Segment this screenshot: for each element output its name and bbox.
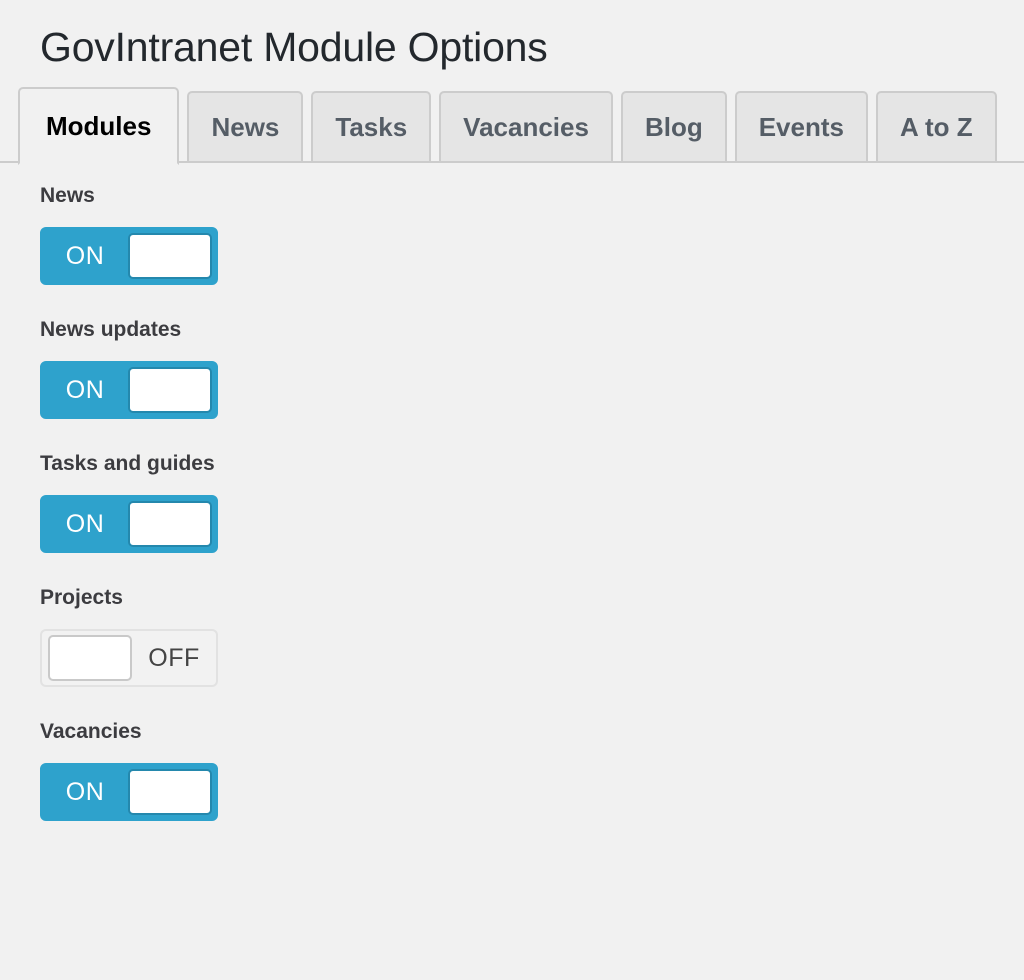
module-label: Tasks and guides (40, 452, 215, 476)
module-label: News (40, 184, 95, 208)
module-tasks-and-guides: Tasks and guides ON (40, 452, 1024, 554)
module-news: News ON (40, 184, 1024, 286)
module-vacancies: Vacancies ON (40, 720, 1024, 822)
module-news-toggle[interactable]: ON (40, 227, 218, 286)
tab-list: Modules News Tasks Vacancies Blog Events A to … (18, 85, 1024, 166)
module-projects: Projects OFF (40, 586, 1024, 688)
module-label: Vacancies (40, 720, 142, 744)
tab-vacancies[interactable]: Vacancies (439, 91, 613, 164)
module-label: Projects (40, 586, 123, 610)
module-options-page: GovIntranet Module Options Modules News Ta… (0, 0, 1024, 980)
toggle-state-label: ON (65, 509, 105, 538)
module-projects-toggle[interactable]: OFF (40, 629, 218, 688)
toggle-knob[interactable] (128, 501, 212, 548)
tab-label: News (211, 111, 280, 142)
module-label: News updates (40, 318, 182, 342)
page-title: GovIntranet Module Options (40, 24, 548, 70)
tab-label: Blog (644, 111, 703, 142)
tab-label: Tasks (335, 111, 408, 142)
module-tasks-and-guides-toggle[interactable]: ON (40, 495, 218, 554)
tab-news[interactable]: News (187, 91, 304, 164)
tab-modules[interactable]: Modules (18, 87, 180, 166)
tab-tasks[interactable]: Tasks (311, 91, 432, 164)
tab-a-to-z[interactable]: A to Z (875, 91, 997, 164)
tab-blog[interactable]: Blog (620, 91, 727, 164)
tab-bar: Modules News Tasks Vacancies Blog Events A to … (0, 85, 1024, 166)
tab-label: Events (758, 111, 844, 142)
module-news-updates: News updates ON (40, 318, 1024, 420)
tab-label: A to Z (899, 111, 973, 142)
toggle-state-label: ON (65, 375, 105, 404)
tab-events[interactable]: Events (734, 91, 868, 164)
module-vacancies-toggle[interactable]: ON (40, 763, 218, 822)
toggle-state-label: ON (65, 777, 105, 806)
toggle-knob[interactable] (48, 635, 132, 682)
tab-label: Modules (46, 110, 152, 141)
module-news-updates-toggle[interactable]: ON (40, 361, 218, 420)
toggle-knob[interactable] (128, 233, 212, 280)
toggle-state-label: ON (65, 241, 105, 270)
toggle-knob[interactable] (128, 367, 212, 414)
module-options-list: News ON News updates ON Tasks and guides ON Pr… (0, 163, 1024, 822)
tab-label: Vacancies (463, 111, 589, 142)
toggle-state-label: OFF (148, 643, 200, 672)
toggle-knob[interactable] (128, 769, 212, 816)
